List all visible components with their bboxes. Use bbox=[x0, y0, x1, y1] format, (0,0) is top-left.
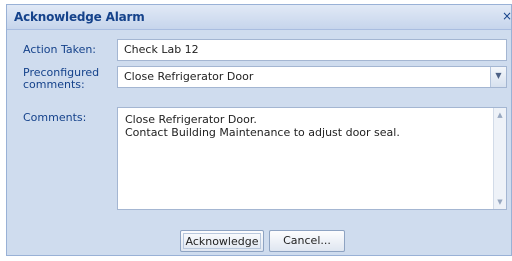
preconfigured-comments-label: Preconfigured comments: bbox=[23, 67, 99, 91]
chevron-down-icon[interactable]: ▼ bbox=[490, 67, 506, 87]
comments-line-1: Close Refrigerator Door. bbox=[125, 113, 257, 126]
action-taken-input[interactable]: Check Lab 12 bbox=[117, 39, 507, 61]
acknowledge-button-label: Acknowledge bbox=[183, 233, 261, 249]
comments-line-2: Contact Building Maintenance to adjust d… bbox=[125, 126, 400, 139]
preconfigured-comments-select[interactable]: Close Refrigerator Door ▼ bbox=[117, 66, 507, 88]
dialog-title: Acknowledge Alarm bbox=[14, 10, 145, 24]
cancel-button-label: Cancel... bbox=[283, 234, 331, 247]
action-taken-value: Check Lab 12 bbox=[124, 43, 199, 56]
action-taken-label: Action Taken: bbox=[23, 43, 97, 56]
preconfigured-label-line2: comments: bbox=[23, 78, 85, 91]
acknowledge-alarm-dialog: Acknowledge Alarm × Action Taken: Check … bbox=[6, 4, 512, 256]
dialog-titlebar: Acknowledge Alarm × bbox=[7, 5, 512, 30]
acknowledge-button[interactable]: Acknowledge bbox=[180, 230, 264, 252]
comments-label: Comments: bbox=[23, 111, 87, 124]
scroll-up-icon[interactable]: ▲ bbox=[494, 109, 506, 121]
scroll-down-icon[interactable]: ▼ bbox=[494, 196, 506, 208]
comments-scrollbar[interactable]: ▲ ▼ bbox=[493, 108, 506, 209]
close-icon[interactable]: × bbox=[502, 9, 512, 23]
comments-textarea[interactable]: Close Refrigerator Door. Contact Buildin… bbox=[117, 107, 507, 210]
cancel-button[interactable]: Cancel... bbox=[269, 230, 345, 252]
preconfigured-comments-value: Close Refrigerator Door bbox=[124, 70, 254, 83]
